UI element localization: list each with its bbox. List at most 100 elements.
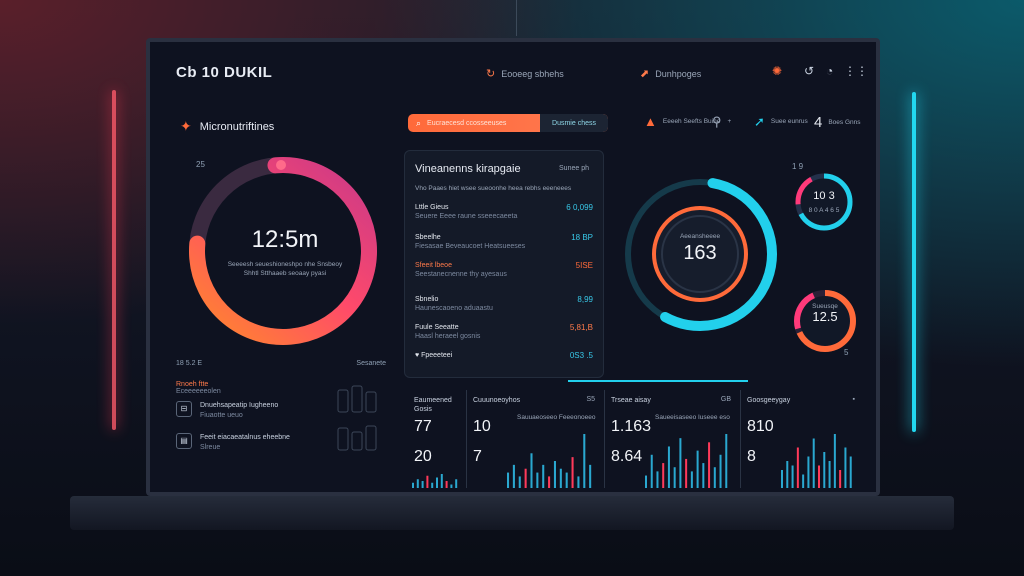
left-list-header: 18 5.2 E Sesanete: [176, 360, 386, 367]
nav-item-2-label: Dunhpoges: [655, 68, 702, 79]
nav-item-2[interactable]: ⬈ Dunhpoges: [640, 67, 701, 80]
table-row[interactable]: Sbnelio Haunescaoeno aduaastu 8,99: [415, 295, 593, 313]
header-stat-2[interactable]: ⚲ +: [712, 114, 731, 130]
bar: [807, 456, 810, 488]
table-row[interactable]: Fuule Seeatte Haasl heraeel gosnis 5,81,B: [415, 323, 593, 341]
metric-card-value-2: 20: [414, 448, 432, 465]
bar: [589, 464, 592, 488]
bar: [708, 442, 711, 488]
table-row[interactable]: Sbeelhe Fiesasae Beveaucoet Heatsueeses 1…: [415, 233, 593, 251]
wall-line: [516, 0, 517, 36]
mini-cylinders: [337, 385, 377, 451]
active-underline: [568, 380, 748, 382]
menu-icon[interactable]: ⋮⋮: [844, 64, 868, 78]
row-value: 18 BP: [571, 233, 593, 242]
metric-card[interactable]: Cuuunoeoyhos S5 10 Sauuaeoseeo Feeeonoee…: [466, 390, 601, 488]
mini-cylinder: [337, 389, 349, 413]
bar: [713, 467, 716, 488]
bar: [645, 475, 648, 488]
refresh-circle-icon[interactable]: ↺: [804, 64, 814, 78]
bar: [791, 465, 794, 488]
panel-badge[interactable]: Sunee ph: [559, 165, 589, 172]
bar: [421, 481, 424, 488]
metric-card-icon: GB: [720, 396, 731, 403]
bar: [786, 461, 789, 488]
row-name: Lttle Gieus: [415, 204, 449, 211]
metric-card-title: Cuuunoeoyhos: [473, 397, 521, 404]
metric-card-bars: [412, 474, 458, 488]
search-bar[interactable]: ⌕ Eucraecesd ccosseeuses Dusmie chess: [408, 114, 608, 132]
metric-card[interactable]: Trseae aisay GB 1.163 Saueeisaseeo Iusee…: [604, 390, 737, 488]
bar: [431, 482, 434, 488]
small-ring-1-value: 10 3: [813, 190, 835, 202]
header-stat-4[interactable]: 4 Boes Gnns: [814, 114, 861, 131]
panel-subtitle: Vho Paaes hiet wsee sueoonhe heea rebhs …: [415, 185, 572, 192]
search-input[interactable]: Eucraecesd ccosseeuses: [427, 120, 506, 127]
bar: [702, 463, 705, 488]
bar: [650, 454, 653, 488]
bar: [445, 481, 448, 488]
nav-item-1[interactable]: ↻ Eooeeg sbhehs: [486, 67, 564, 80]
bar: [685, 458, 688, 488]
header-stat-3[interactable]: ➚ Suee eunrus: [754, 114, 808, 130]
row-value: 6 0,099: [566, 203, 593, 212]
row-sub: Haunescaoeno aduaastu: [415, 305, 493, 312]
bar: [455, 479, 458, 488]
metric-card-icon: S5: [586, 396, 595, 403]
row-sub: Seestanecnenne thy ayesaus: [415, 271, 507, 278]
search-tab-secondary[interactable]: Dusmie chess: [540, 114, 608, 132]
header-stat-4-number: 4: [814, 114, 823, 131]
nutrient-panel: Vineanenns kirapgaie Sunee ph Vho Paaes …: [404, 150, 604, 378]
bar: [662, 463, 665, 488]
bar: [512, 464, 515, 488]
small-ring-2-corner: 5: [844, 348, 849, 357]
neon-light-right: [912, 92, 916, 432]
section-title: ✦ Micronutriftines: [180, 118, 274, 135]
row-name: Sfeeit lbeoe: [415, 262, 452, 269]
bar: [518, 476, 521, 488]
mini-cylinder: [337, 427, 349, 451]
alert-icon[interactable]: ✺: [772, 64, 782, 78]
row-name: ♥ Fpeeeteei: [415, 352, 453, 359]
nav-item-1-label: Eooeeg sbhehs: [501, 68, 564, 79]
table-row[interactable]: ♥ Fpeeeteei 0S3 .5: [415, 351, 593, 360]
table-row[interactable]: Sfeeit lbeoe Seestanecnenne thy ayesaus 5…: [415, 261, 593, 279]
row-sub: Seuere Eeee raune sseeecaeeta: [415, 213, 518, 220]
row-value: 5ISE: [575, 261, 593, 270]
bar: [719, 454, 722, 488]
bus-icon: ▤: [176, 433, 192, 449]
metric-card[interactable]: Goosgeeygay ▪ 810 8: [740, 390, 861, 488]
monitor-base: [70, 496, 954, 530]
bottom-cards: Eaumeened Gosis 77 20 Cuuunoeoyhos S5 10…: [408, 380, 862, 490]
bar: [833, 434, 836, 488]
metric-card-bars: [781, 434, 852, 488]
list-item-title: Feeit eiacaeatalnus eheebne: [200, 434, 290, 441]
scale-icon: ⊟: [176, 401, 192, 417]
neon-light-left: [112, 90, 116, 430]
bar: [679, 438, 682, 488]
warning-icon: ▲: [644, 114, 657, 129]
left-list-head-right: Sesanete: [356, 360, 386, 367]
bar: [802, 474, 805, 488]
left-list-head-left: 18 5.2 E: [176, 360, 203, 367]
monitor-screen: Cb 10 DUKIL ↻ Eooeeg sbhehs ⬈ Dunhpoges …: [146, 38, 880, 496]
metric-card-title: Trseae aisay: [611, 397, 651, 404]
profile-icon[interactable]: ◔: [826, 64, 833, 78]
metric-card-bars: [507, 434, 592, 488]
bar: [412, 482, 414, 488]
brand-logo[interactable]: Cb 10 DUKIL: [176, 64, 272, 81]
list-item-sub: Fiuaotte ueuo: [200, 412, 243, 419]
gauge-value: 163: [683, 242, 717, 264]
bar: [577, 476, 580, 488]
bar: [565, 472, 568, 488]
bar: [667, 446, 670, 488]
metric-card-title: Goosgeeygay: [747, 397, 791, 404]
row-name: Sbeelhe: [415, 234, 441, 241]
bar: [524, 468, 527, 488]
bar: [823, 452, 826, 488]
metric-card[interactable]: Eaumeened Gosis 77 20: [408, 390, 466, 488]
small-ring-1-sub: 8 0 A 4 6 5: [808, 207, 840, 214]
table-row[interactable]: Lttle Gieus Seuere Eeee raune sseeecaeeta…: [415, 203, 593, 221]
bar: [796, 447, 799, 488]
header-stat-1[interactable]: ▲ Eeeeh Seefts Buine: [644, 114, 720, 129]
